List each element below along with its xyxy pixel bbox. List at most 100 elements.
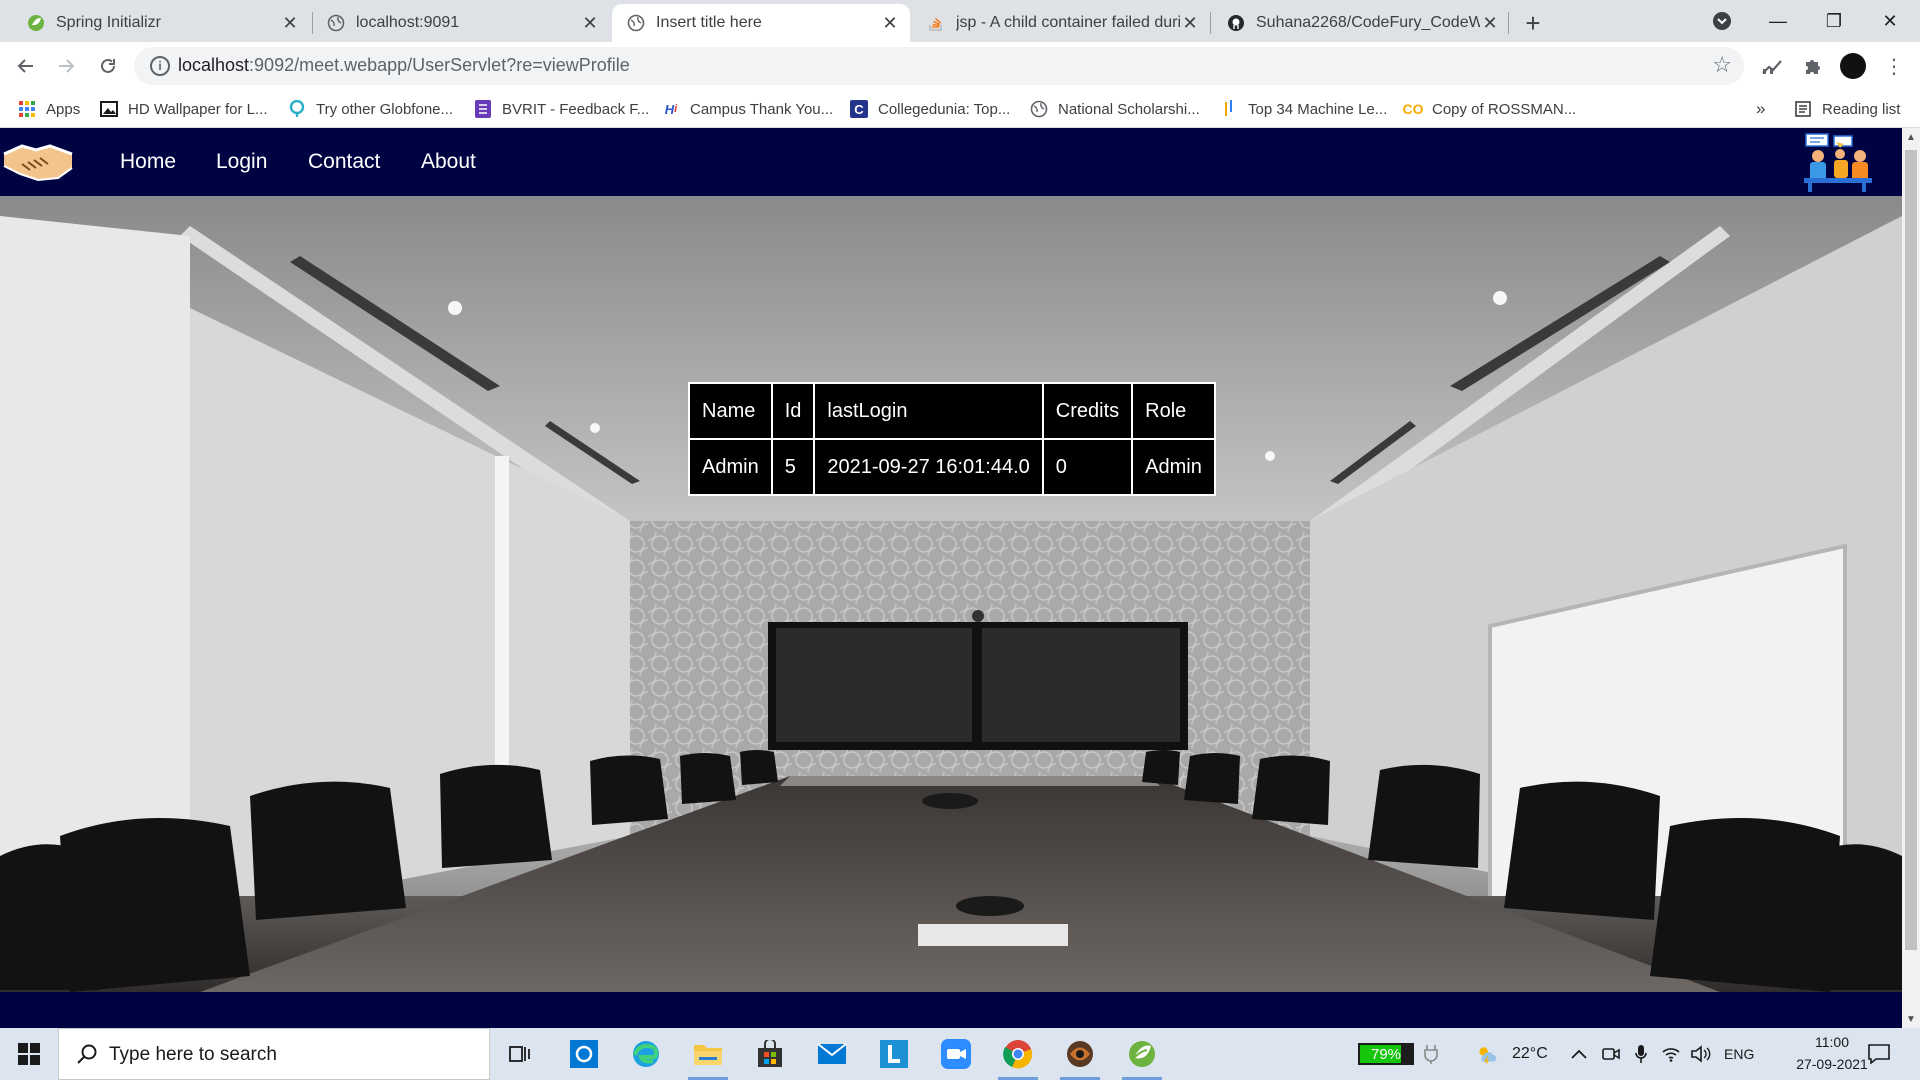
browser-menu-icon[interactable]: ⋮ xyxy=(1880,52,1908,80)
address-bar[interactable]: i localhost:9092/meet.webapp/UserServlet… xyxy=(134,47,1744,85)
battery-indicator[interactable]: 79% xyxy=(1358,1043,1414,1065)
close-icon[interactable]: ✕ xyxy=(880,13,900,33)
windows-taskbar: Type here to search 79% 22°C ENG 11:00 2… xyxy=(0,1028,1920,1080)
bookmarks-overflow-button[interactable]: » xyxy=(1756,96,1765,122)
bookmark-collegedunia[interactable]: C Collegedunia: Top... xyxy=(850,96,1010,122)
bookmark-hd-wallpaper[interactable]: HD Wallpaper for L... xyxy=(100,96,268,122)
edge-icon[interactable] xyxy=(618,1028,674,1080)
mail-icon[interactable] xyxy=(804,1028,860,1080)
bookmark-label: National Scholarshi... xyxy=(1058,100,1200,118)
taskbar-search-box[interactable]: Type here to search xyxy=(58,1028,490,1080)
table-row: Admin 5 2021-09-27 16:01:44.0 0 Admin xyxy=(688,438,1216,496)
reading-list-label: Reading list xyxy=(1822,100,1901,118)
clock-time[interactable]: 11:00 xyxy=(1792,1034,1872,1050)
close-icon[interactable]: ✕ xyxy=(580,13,600,33)
back-arrow-icon xyxy=(17,59,33,73)
tab-label: Suhana2268/CodeFury_CodeWar xyxy=(1256,14,1480,31)
tab-spring-initializr[interactable]: Spring Initializr ✕ xyxy=(12,4,310,42)
forward-button[interactable] xyxy=(50,50,82,82)
wifi-icon[interactable] xyxy=(1660,1043,1682,1065)
temperature-text[interactable]: 22°C xyxy=(1512,1045,1548,1063)
l-app-icon[interactable] xyxy=(866,1028,922,1080)
table-header-row: Name Id lastLogin Credits Role xyxy=(688,382,1216,440)
tab-github-codefury[interactable]: Suhana2268/CodeFury_CodeWar ✕ xyxy=(1212,4,1510,42)
globe-icon xyxy=(1030,100,1048,118)
scroll-up-arrow-icon[interactable]: ▲ xyxy=(1902,128,1920,146)
browser-toolbar: i localhost:9092/meet.webapp/UserServlet… xyxy=(0,42,1920,90)
chrome-icon[interactable] xyxy=(990,1028,1046,1080)
reading-list-button[interactable]: Reading list xyxy=(1794,96,1900,122)
back-button[interactable] xyxy=(10,50,42,82)
conference-room-background xyxy=(0,196,1902,992)
nav-contact-link[interactable]: Contact xyxy=(308,150,380,174)
cell-role: Admin xyxy=(1131,438,1216,496)
task-view-icon[interactable] xyxy=(492,1028,548,1080)
notifications-icon[interactable] xyxy=(1868,1043,1890,1065)
web-page: Home Login Contact About Name Id lastLog… xyxy=(0,128,1902,1028)
bookmark-campus-thank-you[interactable]: Hi Campus Thank You... xyxy=(662,96,833,122)
spring-tools-icon[interactable] xyxy=(1114,1028,1170,1080)
nav-home-link[interactable]: Home xyxy=(120,150,176,174)
cell-credits: 0 xyxy=(1041,438,1134,496)
extension-chart-icon[interactable] xyxy=(1758,52,1786,80)
store-icon[interactable] xyxy=(742,1028,798,1080)
bookmark-national-scholarship[interactable]: National Scholarshi... xyxy=(1030,96,1200,122)
show-hidden-icons-chevron-icon[interactable] xyxy=(1568,1043,1590,1065)
scroll-down-arrow-icon[interactable]: ▼ xyxy=(1902,1010,1920,1028)
collegedunia-icon: C xyxy=(850,100,868,118)
app-icon[interactable] xyxy=(1052,1028,1108,1080)
tab-search-button[interactable] xyxy=(1694,0,1750,42)
bookmark-globfone[interactable]: Try other Globfone... xyxy=(288,96,453,122)
page-scrollbar[interactable]: ▲ ▼ xyxy=(1902,128,1920,1028)
spring-icon xyxy=(26,13,46,33)
bookmark-label: BVRIT - Feedback F... xyxy=(502,100,650,118)
tab-jsp-question[interactable]: jsp - A child container failed duri ✕ xyxy=(912,4,1210,42)
close-icon[interactable]: ✕ xyxy=(1480,13,1500,33)
bookmark-bvrit-feedback[interactable]: BVRIT - Feedback F... xyxy=(474,96,649,122)
cell-last-login: 2021-09-27 16:01:44.0 xyxy=(813,438,1044,496)
tab-localhost-9091[interactable]: localhost:9091 ✕ xyxy=(312,4,610,42)
tab-label: localhost:9091 xyxy=(356,14,460,31)
restore-button[interactable]: ❐ xyxy=(1806,0,1862,42)
bookmark-top-34-ml[interactable]: Top 34 Machine Le... xyxy=(1220,96,1387,122)
bookmark-star-icon[interactable]: ☆ xyxy=(1712,52,1732,78)
weather-icon[interactable] xyxy=(1476,1043,1498,1065)
nav-about-link[interactable]: About xyxy=(421,150,476,174)
meet-now-icon[interactable] xyxy=(1600,1043,1622,1065)
handshake-logo-icon[interactable] xyxy=(2,134,74,186)
close-icon[interactable]: ✕ xyxy=(1180,13,1200,33)
close-icon[interactable]: ✕ xyxy=(280,13,300,33)
volume-icon[interactable] xyxy=(1690,1043,1712,1065)
reload-button[interactable] xyxy=(92,50,124,82)
start-button[interactable] xyxy=(0,1028,58,1080)
clock-date[interactable]: 27-09-2021 xyxy=(1792,1056,1872,1072)
input-language[interactable]: ENG xyxy=(1724,1046,1754,1062)
forms-icon xyxy=(474,100,492,118)
site-info-icon[interactable]: i xyxy=(150,56,170,76)
profile-avatar[interactable] xyxy=(1840,53,1866,79)
ml-icon xyxy=(1220,100,1238,118)
bookmark-rossman[interactable]: CO Copy of ROSSMAN... xyxy=(1403,96,1577,122)
header-last-login: lastLogin xyxy=(813,382,1044,440)
bookmark-label: Top 34 Machine Le... xyxy=(1248,100,1388,118)
microphone-icon[interactable] xyxy=(1630,1043,1652,1065)
url-text[interactable]: localhost:9092/meet.webapp/UserServlet?r… xyxy=(178,55,630,76)
globfone-icon xyxy=(288,100,306,118)
globe-icon xyxy=(626,13,646,33)
cortana-icon[interactable] xyxy=(556,1028,612,1080)
minimize-button[interactable]: — xyxy=(1750,0,1806,42)
url-host: localhost xyxy=(178,55,250,75)
hi-icon: Hi xyxy=(664,101,678,117)
search-placeholder: Type here to search xyxy=(109,1044,277,1065)
scrollbar-thumb[interactable] xyxy=(1905,150,1917,950)
url-path: :9092/meet.webapp/UserServlet?re=viewPro… xyxy=(249,55,630,75)
tab-insert-title-here[interactable]: Insert title here ✕ xyxy=(612,4,910,42)
nav-login-link[interactable]: Login xyxy=(216,150,267,174)
bookmark-apps[interactable]: Apps xyxy=(18,96,80,122)
zoom-icon[interactable] xyxy=(928,1028,984,1080)
new-tab-button[interactable]: + xyxy=(1518,8,1548,38)
extensions-puzzle-icon[interactable] xyxy=(1798,52,1826,80)
close-window-button[interactable]: ✕ xyxy=(1862,0,1918,42)
github-icon xyxy=(1226,13,1246,33)
file-explorer-icon[interactable] xyxy=(680,1028,736,1080)
